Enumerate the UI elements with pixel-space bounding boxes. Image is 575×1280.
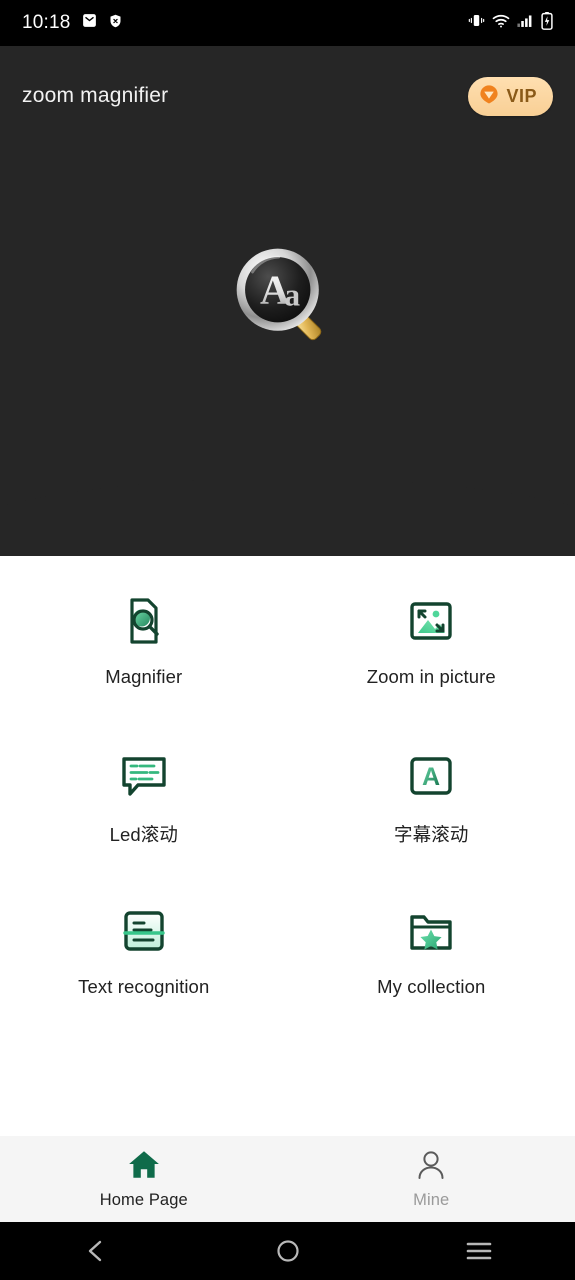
tab-label: Mine (413, 1190, 450, 1209)
recents-icon[interactable] (383, 1241, 575, 1261)
home-circle-icon[interactable] (192, 1239, 384, 1263)
grid-item-subtitle-scroll[interactable]: A 字幕滚动 (288, 711, 575, 866)
grid-item-label: My collection (377, 976, 486, 997)
vibrate-icon (468, 13, 485, 33)
wifi-icon (492, 14, 510, 33)
grid-item-label: Zoom in picture (366, 666, 496, 687)
grid-item-zoom-in-picture[interactable]: Zoom in picture (288, 556, 575, 711)
status-bar-right (468, 11, 553, 35)
page-title: zoom magnifier (22, 84, 169, 107)
document-magnifier-icon (116, 592, 172, 650)
status-bar: 10:18 (0, 0, 575, 46)
grid-item-magnifier[interactable]: Magnifier (0, 556, 288, 711)
grid-item-label: Text recognition (78, 976, 210, 997)
svg-text:A: A (422, 763, 440, 791)
hero-curved-bottom (0, 478, 575, 556)
mail-icon (81, 12, 98, 34)
svg-text:a: a (284, 278, 300, 313)
grid-item-label: 字幕滚动 (394, 824, 469, 845)
grid-item-text-recognition[interactable]: Text recognition (0, 866, 288, 1021)
folder-star-icon (403, 902, 459, 960)
image-expand-icon (403, 592, 459, 650)
app-bar: zoom magnifier VIP (0, 74, 575, 118)
shield-icon (108, 13, 123, 34)
speech-bubble-text-icon (116, 747, 172, 805)
android-nav-bar (0, 1222, 575, 1280)
tab-label: Home Page (99, 1190, 188, 1209)
tab-mine[interactable]: Mine (288, 1149, 575, 1210)
magnifier-aa-icon: A a (232, 244, 344, 361)
person-icon (415, 1149, 447, 1186)
vip-gem-icon (478, 83, 500, 110)
grid-item-label: Magnifier (105, 666, 183, 687)
grid-item-my-collection[interactable]: My collection (288, 866, 575, 1021)
status-bar-left: 10:18 (22, 12, 123, 34)
grid-item-led-scroll[interactable]: Led滚动 (0, 711, 288, 866)
bottom-tab-bar: Home Page Mine (0, 1136, 575, 1222)
text-scan-icon (116, 902, 172, 960)
hero-header: zoom magnifier VIP A a (0, 46, 575, 556)
status-time: 10:18 (22, 12, 71, 33)
back-icon[interactable] (0, 1239, 192, 1263)
hero-illustration: A a (0, 244, 575, 361)
vip-badge[interactable]: VIP (468, 76, 553, 116)
grid-item-label: Led滚动 (109, 824, 178, 845)
home-icon (127, 1149, 161, 1186)
feature-grid: Magnifier Zoom in picture Led滚动 A 字幕滚动 T… (0, 556, 575, 1021)
signal-icon (517, 14, 534, 33)
vip-label: VIP (506, 85, 537, 106)
tab-home-page[interactable]: Home Page (0, 1149, 288, 1210)
battery-charging-icon (541, 11, 553, 35)
letter-a-box-icon: A (403, 747, 459, 805)
